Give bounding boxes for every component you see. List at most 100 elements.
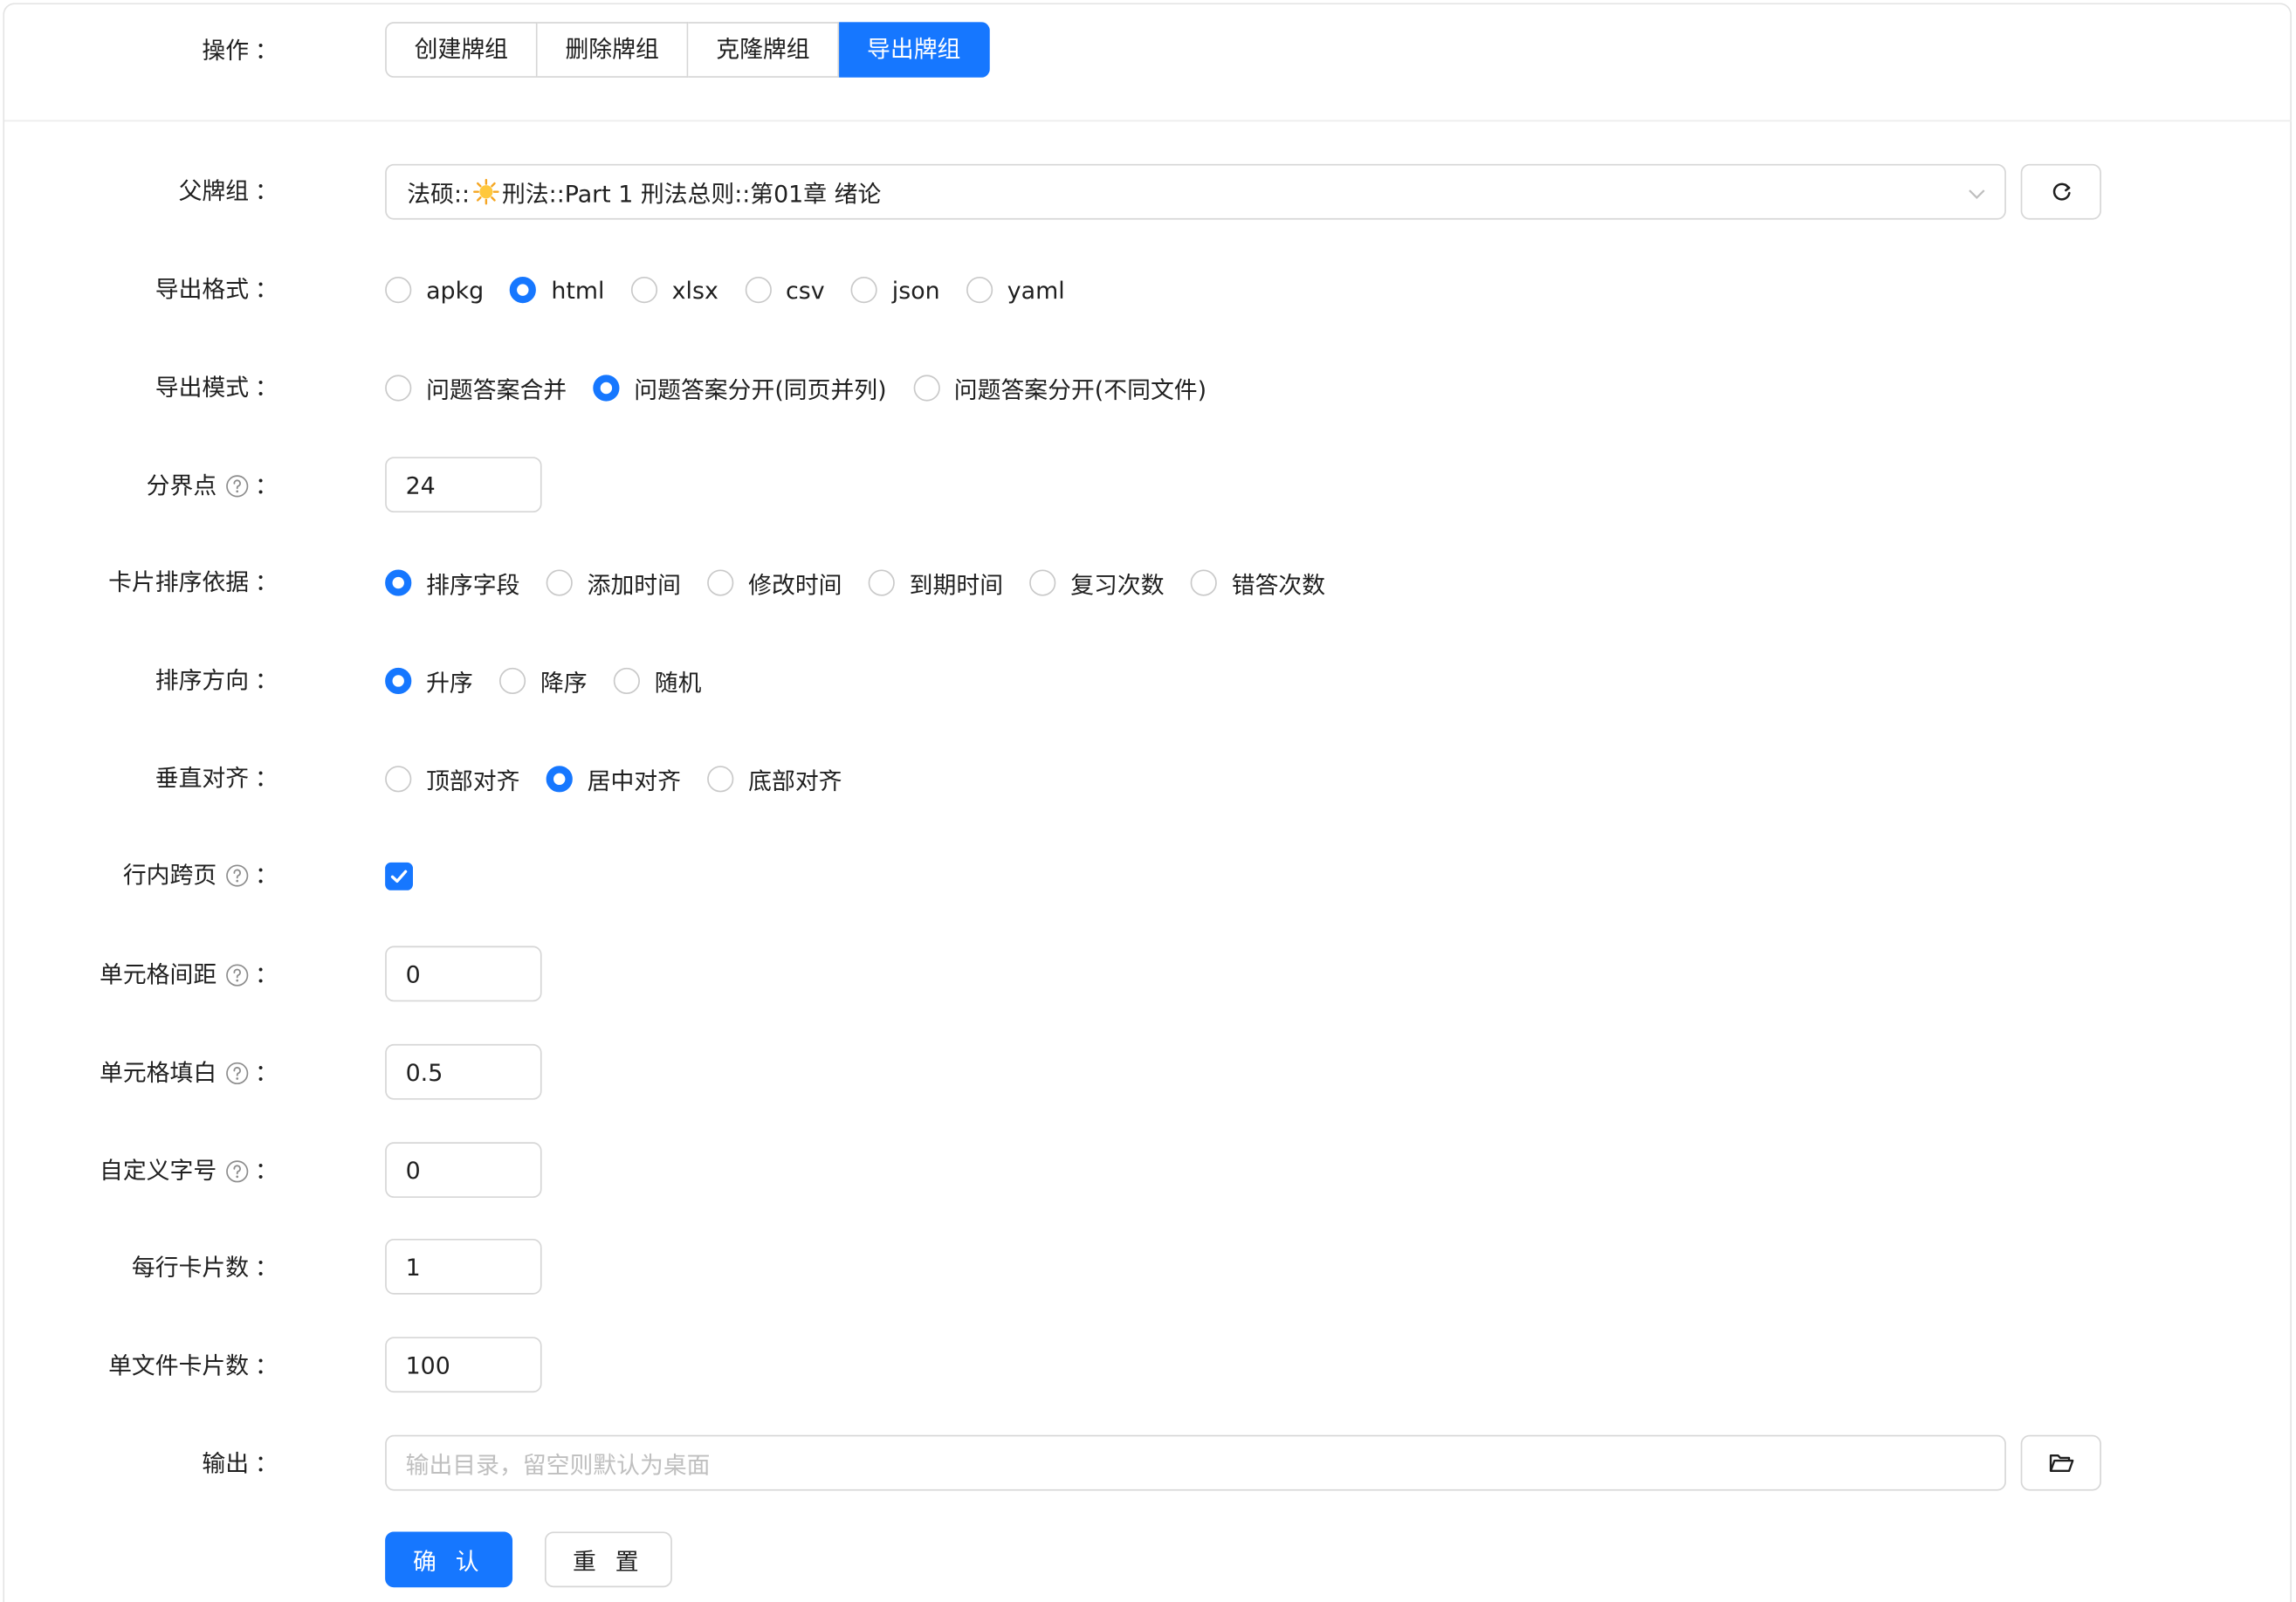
inline-page-break-checkbox[interactable]: [385, 862, 413, 890]
radio-due-time[interactable]: 到期时间: [868, 565, 1004, 600]
radio-lapse-count[interactable]: 错答次数: [1190, 565, 1325, 600]
radio-html[interactable]: html: [510, 276, 604, 304]
delete-deck-button[interactable]: 删除牌组: [537, 22, 689, 78]
radio-align-middle[interactable]: 居中对齐: [546, 761, 681, 796]
export-mode-row: 导出模式： 问题答案合并 问题答案分开(同页并列) 问题答案分开(不同文件): [0, 359, 2296, 417]
cell-padding-label: 单元格填白 ：: [100, 1044, 278, 1103]
cell-spacing-label: 单元格间距 ：: [100, 946, 278, 1005]
question-circle-icon[interactable]: [225, 964, 249, 987]
colon: ：: [254, 960, 278, 989]
radio-label: 到期时间: [909, 571, 1004, 600]
radio-random[interactable]: 随机: [613, 663, 702, 698]
radio-label: 问题答案分开(同页并列): [634, 376, 887, 404]
radio-circle: [868, 569, 895, 596]
parent-deck-value-suffix: 刑法::Part 1 刑法总则::第01章 绪论: [501, 180, 882, 209]
output-label-text: 输出: [202, 1449, 250, 1478]
confirm-button[interactable]: 确 认: [385, 1531, 513, 1588]
colon: ：: [254, 1157, 278, 1185]
operation-row: 操作： 创建牌组 删除牌组 克隆牌组 导出牌组: [0, 22, 2296, 80]
radio-circle: [385, 375, 412, 402]
cell-padding-row: 单元格填白 ： 0.5: [0, 1043, 2296, 1103]
chevron-down-icon: [1969, 189, 1985, 199]
browse-folder-button[interactable]: [2020, 1434, 2101, 1491]
question-circle-icon[interactable]: [225, 1159, 249, 1183]
radio-circle: [707, 766, 734, 793]
question-circle-icon[interactable]: [225, 474, 249, 498]
radio-review-count[interactable]: 复习次数: [1029, 565, 1165, 600]
clone-deck-button[interactable]: 克隆牌组: [688, 22, 840, 78]
cell-spacing-row: 单元格间距 ： 0: [0, 945, 2296, 1005]
radio-csv[interactable]: csv: [745, 276, 825, 304]
radio-modified-time[interactable]: 修改时间: [707, 565, 842, 600]
vertical-align-radio-group: 顶部对齐 居中对齐 底部对齐: [385, 750, 869, 808]
vertical-align-row: 垂直对齐： 顶部对齐 居中对齐 底部对齐: [0, 750, 2296, 808]
radio-added-time[interactable]: 添加时间: [546, 565, 681, 600]
question-circle-icon[interactable]: [225, 1062, 249, 1085]
radio-ascending[interactable]: 升序: [385, 663, 473, 698]
radio-label: apkg: [426, 276, 485, 305]
radio-label: 随机: [654, 669, 702, 698]
create-deck-button[interactable]: 创建牌组: [385, 22, 538, 78]
colon: ：: [254, 36, 278, 65]
radio-label: 复习次数: [1070, 571, 1165, 600]
cards-per-row-row: 每行卡片数： 1: [0, 1238, 2296, 1297]
output-label: 输出：: [202, 1435, 278, 1494]
parent-deck-value: 法硕:: 刑法::Part 1 刑法总则::第01章 绪论: [407, 175, 881, 210]
question-circle-icon[interactable]: [225, 864, 249, 888]
radio-circle: [385, 277, 412, 304]
export-format-radio-group: apkg html xlsx csv json yaml: [385, 261, 1091, 320]
reset-button[interactable]: 重 置: [545, 1531, 673, 1588]
parent-deck-select[interactable]: 法硕:: 刑法::Part 1 刑法总则::第01章 绪论: [385, 163, 2006, 220]
radio-xlsx[interactable]: xlsx: [630, 276, 718, 305]
cards-per-row-label: 每行卡片数：: [132, 1239, 278, 1297]
sort-direction-row: 排序方向： 升序 降序 随机: [0, 651, 2296, 710]
export-mode-radio-group: 问题答案合并 问题答案分开(同页并列) 问题答案分开(不同文件): [385, 359, 1233, 417]
radio-qa-merged[interactable]: 问题答案合并: [385, 370, 567, 405]
radio-json[interactable]: json: [850, 276, 940, 304]
radio-circle-selected: [385, 667, 412, 695]
radio-sort-field[interactable]: 排序字段: [385, 565, 519, 600]
radio-label: xlsx: [671, 276, 718, 305]
split-point-input[interactable]: 24: [385, 457, 542, 513]
actions-row: 确 认 重 置: [0, 1531, 2296, 1590]
radio-circle: [912, 375, 940, 402]
radio-yaml[interactable]: yaml: [966, 276, 1065, 304]
colon: ：: [254, 1253, 278, 1282]
radio-circle: [850, 277, 877, 304]
export-deck-button[interactable]: 导出牌组: [839, 22, 990, 78]
cards-per-row-input[interactable]: 1: [385, 1238, 542, 1295]
refresh-icon: [2052, 182, 2070, 201]
parent-deck-row: 父牌组： 法硕:: 刑法::Part 1 刑法总则::第01章 绪论: [0, 163, 2296, 223]
output-directory-input[interactable]: 输出目录，留空则默认为桌面: [385, 1434, 2006, 1491]
cell-spacing-input[interactable]: 0: [385, 945, 542, 1002]
split-point-label: 分界点 ：: [147, 457, 278, 515]
radio-align-bottom[interactable]: 底部对齐: [707, 761, 842, 796]
radio-qa-side-by-side[interactable]: 问题答案分开(同页并列): [593, 370, 887, 405]
radio-label: 修改时间: [748, 571, 842, 600]
vertical-align-label-text: 垂直对齐: [155, 764, 250, 793]
custom-font-size-row: 自定义字号 ： 0: [0, 1142, 2296, 1200]
custom-font-size-input[interactable]: 0: [385, 1142, 542, 1199]
sort-by-label: 卡片排序依据：: [108, 553, 278, 612]
colon: ：: [254, 861, 278, 890]
radio-apkg[interactable]: apkg: [385, 276, 484, 304]
radio-label: 问题答案合并: [426, 376, 567, 404]
radio-qa-separate-files[interactable]: 问题答案分开(不同文件): [912, 370, 1207, 405]
colon: ：: [254, 1351, 278, 1380]
parent-deck-label-text: 父牌组: [178, 176, 250, 205]
radio-label: 降序: [540, 669, 588, 698]
inline-page-break-row: 行内跨页 ：: [0, 846, 2296, 904]
colon: ：: [254, 176, 278, 205]
cards-per-file-input[interactable]: 100: [385, 1337, 542, 1393]
folder-open-icon: [2049, 1454, 2073, 1473]
radio-align-top[interactable]: 顶部对齐: [385, 761, 519, 796]
export-format-label-text: 导出格式: [155, 275, 250, 304]
colon: ：: [254, 666, 278, 695]
radio-descending[interactable]: 降序: [498, 663, 588, 698]
radio-label: 问题答案分开(不同文件): [953, 376, 1207, 404]
sort-by-label-text: 卡片排序依据: [108, 567, 250, 596]
radio-label: 顶部对齐: [426, 767, 520, 795]
refresh-button[interactable]: [2020, 163, 2101, 220]
radio-label: 居中对齐: [587, 767, 681, 795]
cell-padding-input[interactable]: 0.5: [385, 1043, 542, 1100]
